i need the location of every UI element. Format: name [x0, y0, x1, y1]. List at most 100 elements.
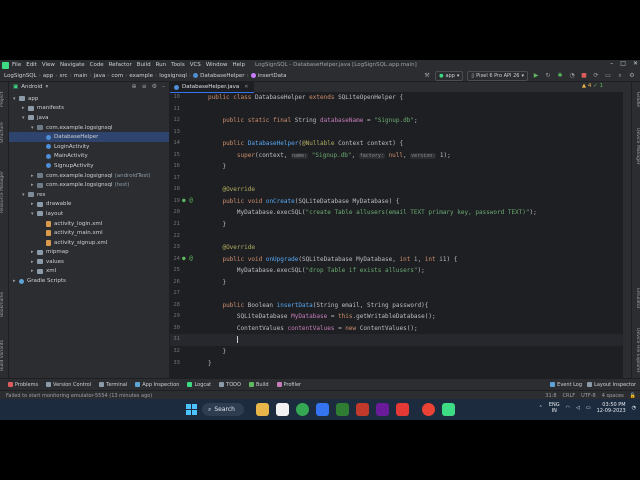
menu-navigate[interactable]: Navigate [60, 62, 85, 68]
menu-refactor[interactable]: Refactor [109, 62, 132, 68]
tree-item[interactable]: activity_signup.xml [9, 238, 169, 248]
code-line[interactable]: 32 } [170, 346, 623, 358]
code-line[interactable]: 33} [170, 358, 623, 370]
tool-emulator[interactable]: Emulator [632, 278, 640, 318]
tool-todo[interactable]: TODO [219, 382, 241, 388]
run-config-dropdown[interactable]: ● app ▾ [435, 71, 464, 81]
chevron-up-icon[interactable]: ⌃ [539, 405, 543, 411]
battery-icon[interactable]: ▭ [586, 405, 591, 411]
app-record-icon[interactable] [396, 403, 409, 416]
crumb-method[interactable]: insertData [258, 73, 287, 79]
file-encoding[interactable]: UTF-8 [581, 393, 596, 399]
tool-resource-manager[interactable]: Resource Manager [0, 157, 8, 227]
store-icon[interactable] [316, 403, 329, 416]
code-line[interactable]: 13 [170, 127, 623, 139]
volume-icon[interactable]: ◁ [576, 405, 580, 411]
code-line[interactable]: 28 public Boolean insertData(String emai… [170, 300, 623, 312]
tool-terminal[interactable]: Terminal [99, 382, 127, 388]
menu-build[interactable]: Build [137, 62, 151, 68]
hide-icon[interactable]: – [162, 83, 165, 90]
tree-item[interactable]: ▸ manifests [9, 104, 169, 114]
menu-vcs[interactable]: VCS [190, 62, 201, 68]
crumb-package[interactable]: logsignsql [159, 73, 187, 79]
tree-item[interactable]: MainActivity [9, 152, 169, 162]
chrome-icon[interactable] [296, 403, 309, 416]
tree-item[interactable]: SignupActivity [9, 161, 169, 171]
close-icon[interactable]: ✕ [633, 60, 638, 67]
tool-bookmarks[interactable]: Bookmarks [0, 282, 8, 326]
run-icon[interactable]: ▶ [532, 72, 540, 80]
crumb-main[interactable]: main [74, 73, 88, 79]
maximize-icon[interactable]: □ [620, 60, 626, 67]
tool-event-log[interactable]: Event Log [550, 382, 582, 388]
code-line[interactable]: 25 MyDatabase.execSQL("drop Table if exi… [170, 265, 623, 277]
tree-item[interactable]: ▸ values [9, 257, 169, 267]
debug-icon[interactable]: ✱ [556, 72, 564, 80]
tree-item[interactable]: ▸ Gradle Scripts [9, 276, 169, 286]
code-line[interactable]: 20 MyDatabase.execSQL("create Table allu… [170, 207, 623, 219]
code-line[interactable]: 18 @Override [170, 184, 623, 196]
close-tab-icon[interactable]: ✕ [244, 84, 248, 90]
code-line[interactable]: 12 public static final String databaseNa… [170, 115, 623, 127]
tree-item[interactable]: ▾ res [9, 190, 169, 200]
tool-build-variants[interactable]: Build Variants [0, 332, 8, 378]
code-line[interactable]: 23 @Override [170, 242, 623, 254]
project-view-selector[interactable]: Android [21, 84, 42, 90]
gear-icon[interactable]: ⚙ [152, 83, 157, 90]
tool-structure[interactable]: Structure [0, 116, 8, 150]
tree-item[interactable]: ▸ xml [9, 267, 169, 277]
settings-icon[interactable]: ⚙ [628, 72, 636, 80]
tool-logcat[interactable]: Logcat [187, 382, 211, 388]
device-dropdown[interactable]: ▯ Pixel 6 Pro API 26 ▾ [467, 71, 528, 81]
code-line[interactable]: 11 [170, 104, 623, 116]
lock-icon[interactable]: 🔓 [630, 393, 636, 399]
override-gutter-icon[interactable]: ● @ [182, 255, 193, 262]
minimize-icon[interactable]: – [610, 60, 613, 67]
tool-build[interactable]: Build [248, 382, 269, 388]
language-indicator[interactable]: ENG IN [549, 402, 560, 414]
taskbar-search[interactable]: ⌕ Search [202, 403, 244, 416]
code-line[interactable]: 10 public class DatabaseHelper extends SQ… [170, 92, 623, 104]
notification-icon[interactable]: ◔ [632, 405, 636, 411]
tool-project[interactable]: Project [0, 86, 8, 112]
tool-version-control[interactable]: Version Control [46, 382, 91, 388]
profile-icon[interactable]: ◔ [568, 72, 576, 80]
tree-item[interactable]: ▸ mipmap [9, 248, 169, 258]
code-lines[interactable]: 10 public class DatabaseHelper extends SQ… [170, 92, 623, 369]
status-message[interactable]: Failed to start monitoring emulator-5554… [6, 393, 152, 399]
code-line[interactable]: 27 [170, 288, 623, 300]
code-line[interactable]: 24 ● @ public void onUpgrade(SQLiteDataba… [170, 254, 623, 266]
tool-app-inspection[interactable]: App Inspection [135, 382, 179, 388]
wifi-icon[interactable]: ◠ [566, 405, 570, 411]
chrome-alt-icon[interactable] [422, 403, 435, 416]
android-icon-taskbar[interactable] [442, 403, 455, 416]
code-line[interactable]: 15 super(context, name: "Signup.db", fac… [170, 150, 623, 162]
search-everywhere-icon[interactable]: ⌕ [616, 72, 624, 80]
target-icon[interactable]: ⊕ [132, 83, 137, 90]
menu-edit[interactable]: Edit [26, 62, 37, 68]
clock[interactable]: 03:50 PM 12-09-2023 [597, 402, 626, 414]
tool-profiler[interactable]: Profiler [276, 382, 301, 388]
crumb-src[interactable]: src [59, 73, 67, 79]
menu-help[interactable]: Help [233, 62, 246, 68]
crumb-example[interactable]: example [129, 73, 153, 79]
tool-gradle[interactable]: Gradle [632, 86, 640, 112]
file-explorer-icon[interactable] [256, 403, 269, 416]
inspection-widget[interactable]: ▲ 4 ✓ 1 [582, 83, 603, 89]
windows-start-icon[interactable] [186, 404, 197, 415]
collapse-all-icon[interactable]: ≡ [142, 83, 147, 90]
android-studio-taskbar-icon[interactable] [336, 403, 349, 416]
menu-file[interactable]: File [12, 62, 21, 68]
code-line[interactable]: 17 [170, 173, 623, 185]
code-line[interactable]: 21 } [170, 219, 623, 231]
tree-item[interactable]: ▸ drawable [9, 200, 169, 210]
code-line[interactable]: 14 public DatabaseHelper(@Nullable Conte… [170, 138, 623, 150]
line-separator[interactable]: CRLF [563, 393, 576, 399]
code-line[interactable]: 19 ● @ public void onCreate(SQLiteDatabas… [170, 196, 623, 208]
tree-item[interactable]: ▸ com.example.logsignsql (androidTest) [9, 171, 169, 181]
code-line[interactable]: 16 } [170, 161, 623, 173]
tree-item[interactable]: ▾ java [9, 113, 169, 123]
caret-position[interactable]: 31:8 [545, 393, 556, 399]
crumb-class[interactable]: DatabaseHelper [200, 73, 244, 79]
menu-view[interactable]: View [42, 62, 55, 68]
